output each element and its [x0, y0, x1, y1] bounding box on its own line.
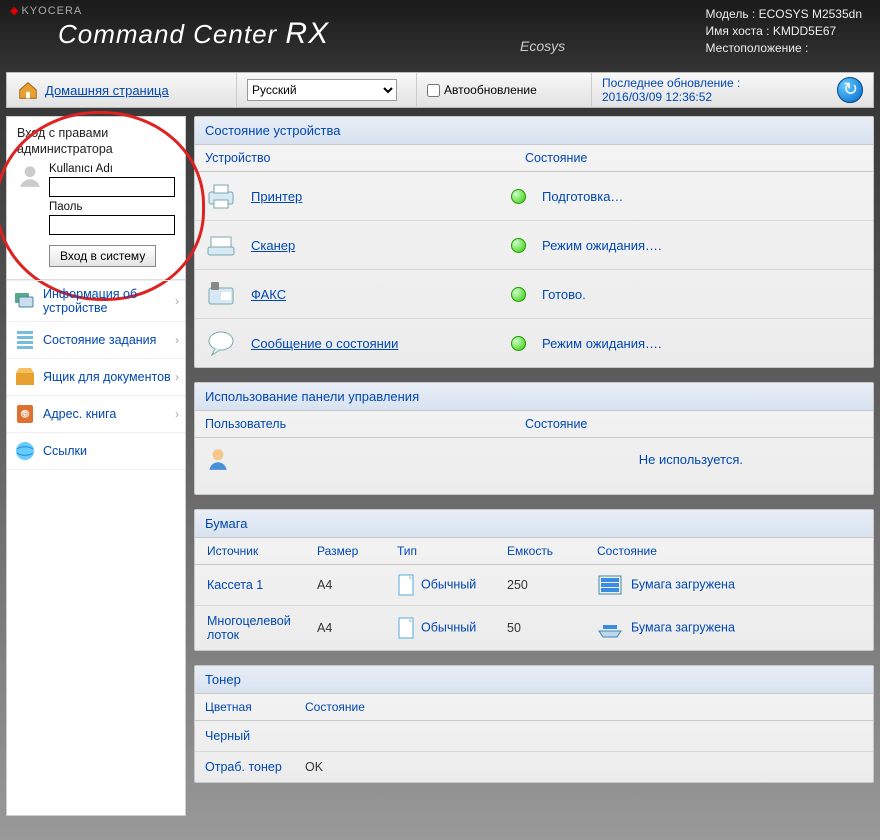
chevron-right-icon: ›	[175, 333, 179, 347]
auto-update-checkbox[interactable]	[427, 84, 440, 97]
main-content: Состояние устройства УстройствоСостояние…	[194, 116, 874, 816]
device-row-scanner: Сканер Режим ожидания….	[195, 221, 873, 270]
toner-panel: Тонер Цветная Состояние Черный Отраб. то…	[194, 665, 874, 783]
home-link[interactable]: Домашняя страница	[45, 83, 169, 98]
toolbar: Домашняя страница Русский Автообновление…	[6, 72, 874, 108]
language-select[interactable]: Русский	[247, 79, 397, 101]
device-row-status-msg: Сообщение о состоянии Режим ожидания….	[195, 319, 873, 367]
toner-row: Отраб. тонер OK	[195, 752, 873, 782]
tray-full-icon	[597, 574, 623, 596]
mp-tray-icon	[597, 617, 623, 639]
device-columns: УстройствоСостояние	[195, 145, 873, 172]
brand-name: KYOCERA	[10, 4, 329, 17]
username-label: Kullanıcı Adı	[49, 163, 175, 175]
paper-row: Многоцелевой лоток A4 Обычный 50 Бумага …	[195, 606, 873, 650]
paper-icon	[397, 573, 417, 597]
panel-title: Тонер	[195, 666, 873, 694]
sidebar-item-job-status[interactable]: Состояние задания ›	[7, 322, 185, 359]
status-dot-green	[511, 238, 526, 253]
chevron-right-icon: ›	[175, 370, 179, 384]
status-dot-green	[511, 287, 526, 302]
home-icon	[17, 79, 39, 101]
paper-icon	[397, 616, 417, 640]
ecosys-logo: Ecosys	[520, 38, 565, 54]
toner-row: Черный	[195, 721, 873, 752]
device-info-icon	[13, 289, 37, 313]
usage-status: Не используется.	[639, 452, 743, 467]
sidebar-item-links[interactable]: Ссылки	[7, 433, 185, 470]
sidebar: Вход с правами администратора Kullanıcı …	[6, 116, 186, 816]
device-row-printer: Принтер Подготовка…	[195, 172, 873, 221]
chevron-right-icon: ›	[175, 407, 179, 421]
usage-columns: ПользовательСостояние	[195, 411, 873, 438]
status-dot-green	[511, 189, 526, 204]
panel-title: Использование панели управления	[195, 383, 873, 411]
device-link[interactable]: Принтер	[251, 189, 511, 204]
box-icon	[13, 365, 37, 389]
device-row-fax: ФАКС Готово.	[195, 270, 873, 319]
device-link[interactable]: Сканер	[251, 238, 511, 253]
scanner-icon	[205, 229, 237, 261]
globe-icon	[13, 439, 37, 463]
printer-icon	[205, 180, 237, 212]
address-book-icon: @	[13, 402, 37, 426]
paper-row: Кассета 1 A4 Обычный 250 Бумага загружен…	[195, 565, 873, 606]
panel-title: Бумага	[195, 510, 873, 538]
last-update: Последнее обновление : 2016/03/09 12:36:…	[602, 76, 740, 104]
device-info: Модель : ECOSYS M2535dn Имя хоста : KMDD…	[706, 6, 862, 57]
paper-columns: Источник Размер Тип Емкость Состояние	[195, 538, 873, 565]
refresh-button[interactable]	[837, 77, 863, 103]
toner-columns: Цветная Состояние	[195, 694, 873, 721]
sidebar-item-document-box[interactable]: Ящик для документов ›	[7, 359, 185, 396]
user-icon	[205, 446, 231, 472]
panel-usage: Использование панели управления Пользова…	[194, 382, 874, 495]
password-input[interactable]	[49, 215, 175, 235]
chevron-right-icon: ›	[175, 294, 179, 308]
device-link[interactable]: Сообщение о состоянии	[251, 336, 511, 351]
app-header: KYOCERA Command Center RX Ecosys Модель …	[0, 0, 880, 68]
auto-update-label: Автообновление	[444, 83, 537, 97]
panel-title: Состояние устройства	[195, 117, 873, 145]
username-input[interactable]	[49, 177, 175, 197]
user-icon	[17, 163, 43, 189]
paper-panel: Бумага Источник Размер Тип Емкость Состо…	[194, 509, 874, 651]
sidebar-item-address-book[interactable]: @ Адрес. книга ›	[7, 396, 185, 433]
app-title: Command Center RX	[58, 17, 329, 51]
svg-text:@: @	[21, 412, 28, 419]
password-label: Паоль	[49, 201, 175, 213]
message-icon	[205, 327, 237, 359]
login-title: Вход с правами администратора	[17, 125, 175, 157]
login-button[interactable]: Вход в систему	[49, 245, 156, 267]
device-status-panel: Состояние устройства УстройствоСостояние…	[194, 116, 874, 368]
device-link[interactable]: ФАКС	[251, 287, 511, 302]
sidebar-item-device-info[interactable]: Информация об устройстве ›	[7, 280, 185, 322]
job-status-icon	[13, 328, 37, 352]
status-dot-green	[511, 336, 526, 351]
login-box: Вход с правами администратора Kullanıcı …	[7, 117, 185, 280]
fax-icon	[205, 278, 237, 310]
